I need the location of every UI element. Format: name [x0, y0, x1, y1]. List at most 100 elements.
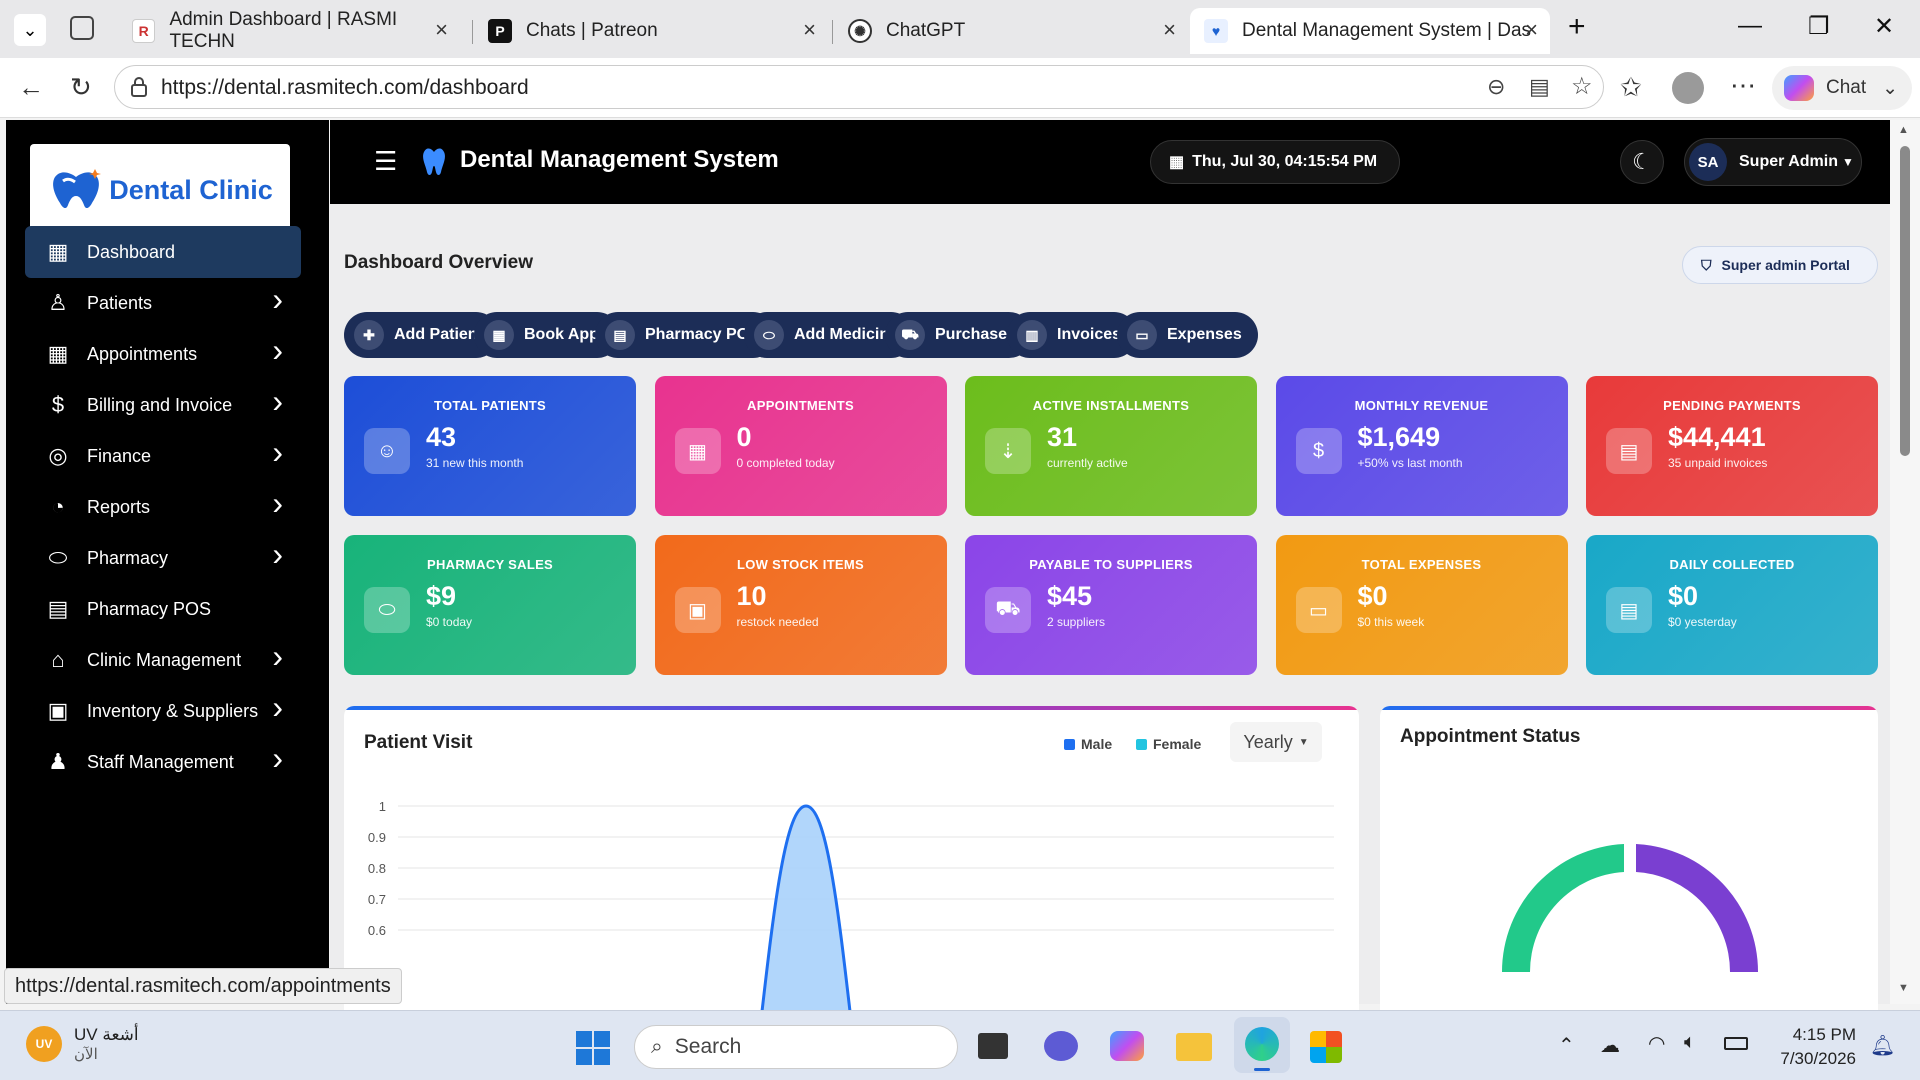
close-window-icon[interactable]: ✕ [1874, 12, 1894, 41]
chatgpt-favicon-icon: ✺ [848, 19, 872, 43]
chevron-down-icon: ⌄ [1882, 77, 1899, 99]
logo-text: Dental Clinic [109, 174, 273, 205]
quick-action-icon: ▥ [1017, 320, 1047, 350]
stat-card-monthly-revenue[interactable]: MONTHLY REVENUE $ $1,649 +50% vs last month [1275, 376, 1568, 516]
user-menu-button[interactable]: SA Super Admin ▼ [1684, 138, 1862, 186]
sidebar-item-patients[interactable]: ♙ Patients › [25, 277, 301, 329]
reader-icon[interactable]: ▤ [1529, 74, 1550, 100]
notification-bell-icon[interactable]: 🔔︎ [1870, 1033, 1895, 1058]
close-tab-icon[interactable]: × [435, 17, 448, 43]
stat-card-appointments[interactable]: APPOINTMENTS ▦ 0 0 completed today [654, 376, 947, 516]
page-scrollbar[interactable]: ▲ ▼ [1890, 120, 1920, 1004]
hamburger-menu-icon[interactable]: ☰ [374, 146, 397, 177]
battery-icon[interactable] [1724, 1037, 1748, 1050]
chevron-right-icon: › [272, 689, 283, 725]
zoom-icon[interactable]: ⊖ [1487, 74, 1505, 100]
sidebar-item-finance[interactable]: ◎ Finance › [25, 430, 301, 482]
quick-action-expenses-button[interactable]: ▭ Expenses [1117, 312, 1258, 358]
scroll-up-icon[interactable]: ▲ [1898, 124, 1909, 136]
stat-card-subtext: currently active [1047, 456, 1128, 470]
sidebar-item-billing-and-invoice[interactable]: $ Billing and Invoice › [25, 379, 301, 431]
wifi-icon[interactable]: ◠ [1648, 1031, 1665, 1056]
more-menu-icon[interactable]: ⋯ [1730, 70, 1756, 101]
stat-card-total-patients[interactable]: TOTAL PATIENTS ☺ 43 31 new this month [344, 376, 636, 516]
weather-widget[interactable]: UV UV أشعة الآن [26, 1025, 139, 1063]
dark-mode-toggle[interactable]: ☾ [1620, 140, 1664, 184]
minimize-icon[interactable]: — [1738, 12, 1762, 40]
scroll-thumb[interactable] [1900, 146, 1910, 456]
profile-avatar-icon[interactable] [1672, 72, 1704, 104]
stat-card-icon: ▦ [674, 428, 721, 474]
favorites-icon[interactable]: ✩ [1620, 72, 1642, 103]
stat-card-icon: ⬭ [364, 587, 410, 633]
clock[interactable]: 4:15 PM 7/30/2026 [1770, 1023, 1856, 1071]
period-dropdown[interactable]: Yearly ▼ [1230, 722, 1322, 762]
stat-card-icon: ▤ [1606, 587, 1652, 633]
new-tab-icon[interactable]: + [1568, 10, 1586, 44]
sidebar-item-clinic-management[interactable]: ⌂ Clinic Management › [25, 634, 301, 686]
favorite-star-icon[interactable]: ☆ [1571, 72, 1593, 101]
close-tab-icon[interactable]: × [803, 17, 816, 43]
stat-card-total-expenses[interactable]: TOTAL EXPENSES ▭ $0 $0 this week [1275, 535, 1568, 675]
stat-card-daily-collected[interactable]: DAILY COLLECTED ▤ $0 $0 yesterday [1586, 535, 1878, 675]
sidebar-item-appointments[interactable]: ▦ Appointments › [25, 328, 301, 380]
datetime-pill: ▦ Thu, Jul 30, 04:15:54 PM [1150, 140, 1400, 184]
stat-card-active-installments[interactable]: ACTIVE INSTALLMENTS ⇣ 31 currently active [965, 376, 1257, 516]
sidebar-item-dashboard[interactable]: ▦ Dashboard [25, 226, 301, 278]
start-button[interactable] [576, 1031, 610, 1065]
dashboard-icon: ▦ [47, 239, 69, 264]
copilot-chat-button[interactable]: Chat ⌄ [1772, 66, 1912, 110]
store-app-icon[interactable] [1310, 1031, 1342, 1063]
refresh-icon[interactable]: ↻ [70, 72, 92, 103]
tray-chevron-up-icon[interactable]: ⌃ [1558, 1033, 1575, 1058]
stat-card-low-stock-items[interactable]: LOW STOCK ITEMS ▣ 10 restock needed [654, 535, 947, 675]
meet-app-icon[interactable] [1044, 1031, 1078, 1061]
chevron-right-icon: › [272, 740, 283, 776]
browser-tab-2[interactable]: P Chats | Patreon × [474, 8, 828, 54]
legend-female-swatch [1136, 738, 1147, 750]
sidebar-item-staff-management[interactable]: ♟ Staff Management › [25, 736, 301, 788]
url-field[interactable]: https://dental.rasmitech.com/dashboard ⊖… [114, 65, 1604, 109]
stat-card-payable-to-suppliers[interactable]: PAYABLE TO SUPPLIERS ⛟ $45 2 suppliers [965, 535, 1257, 675]
tab-list-chevron-icon[interactable]: ⌄ [14, 14, 46, 46]
stat-card-value: $0 [1357, 581, 1388, 611]
file-explorer-icon[interactable] [1176, 1033, 1212, 1061]
quick-action-icon: ✚ [354, 320, 384, 350]
sidebar-item-pharmacy-pos[interactable]: ▤ Pharmacy POS [25, 583, 301, 635]
stat-card-icon: $ [1295, 428, 1342, 474]
volume-icon[interactable]: 🔈︎ [1684, 1031, 1696, 1054]
legend-male[interactable]: Male [1064, 736, 1112, 752]
browser-tab-4[interactable]: ♥ Dental Management System | Dasl × [1190, 8, 1550, 54]
restore-icon[interactable]: ❐ [1808, 12, 1830, 41]
browser-tab-3[interactable]: ✺ ChatGPT × [834, 8, 1188, 54]
close-tab-icon[interactable]: × [1525, 17, 1538, 43]
search-placeholder: Search [674, 1035, 742, 1058]
stat-card-title: LOW STOCK ITEMS [736, 557, 865, 572]
taskbar-search-box[interactable]: ⌕ Search [634, 1025, 958, 1069]
chat-label: Chat [1826, 77, 1867, 98]
quick-action-icon: ⬭ [754, 320, 784, 350]
sidebar-item-label: Reports [87, 496, 151, 517]
tab-title: Dental Management System | Dasl [1242, 20, 1532, 41]
sidebar-item-reports[interactable]: ◔ Reports › [25, 481, 301, 533]
back-icon[interactable]: ← [18, 72, 44, 103]
copilot-app-icon[interactable] [1110, 1031, 1144, 1061]
stat-card-pharmacy-sales[interactable]: PHARMACY SALES ⬭ $9 $0 today [344, 535, 636, 675]
stat-card-pending-payments[interactable]: PENDING PAYMENTS ▤ $44,441 35 unpaid invoic… [1586, 376, 1878, 516]
tab-actions-icon[interactable] [70, 16, 94, 40]
browser-tab-1[interactable]: R Admin Dashboard | RASMI TECHN × [118, 8, 460, 54]
stat-card-icon: ⇣ [985, 428, 1031, 474]
scroll-down-icon[interactable]: ▼ [1898, 982, 1909, 994]
sidebar-item-pharmacy[interactable]: ⬭ Pharmacy › [25, 532, 301, 584]
user-name: Super Admin [1739, 153, 1838, 170]
onedrive-icon[interactable]: ☁ [1600, 1033, 1620, 1058]
sidebar-item-inventory-suppliers[interactable]: ▣ Inventory & Suppliers › [25, 685, 301, 737]
task-view-icon[interactable] [978, 1033, 1008, 1059]
edge-browser-icon[interactable] [1234, 1017, 1290, 1073]
stat-card-title: TOTAL PATIENTS [433, 398, 547, 413]
legend-female[interactable]: Female [1136, 736, 1201, 752]
patients-icon: ♙ [48, 290, 68, 315]
stat-card-value: $0 [1668, 581, 1699, 611]
clinic-logo[interactable]: Dental Clinic [30, 144, 290, 236]
close-tab-icon[interactable]: × [1163, 17, 1176, 43]
